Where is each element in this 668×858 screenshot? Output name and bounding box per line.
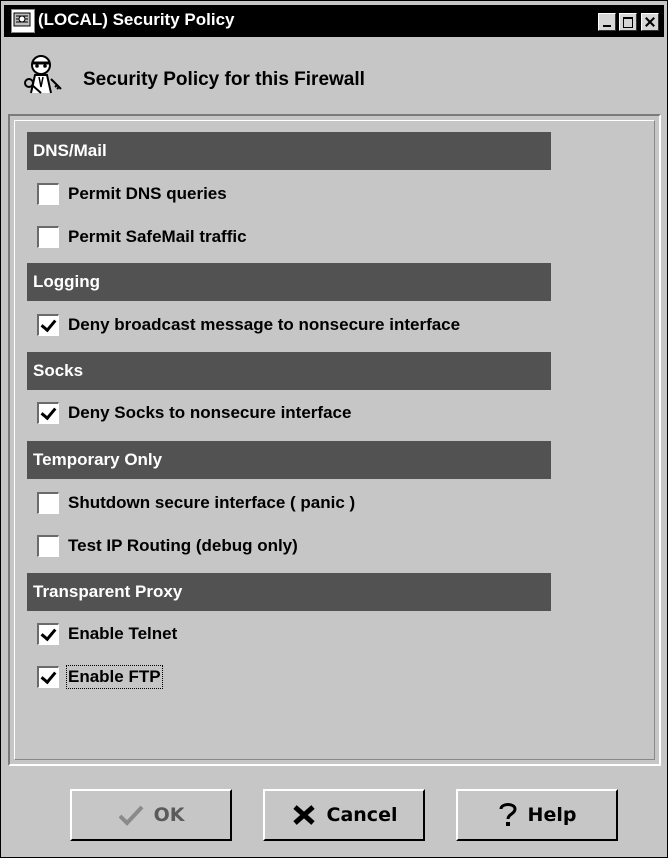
section-header-socks: Socks — [27, 352, 551, 390]
option-permit-dns-queries[interactable]: Permit DNS queries — [37, 181, 227, 207]
close-button[interactable] — [641, 13, 659, 31]
help-button[interactable]: Help — [456, 789, 618, 841]
checkbox[interactable] — [37, 183, 59, 205]
maximize-button[interactable] — [619, 13, 637, 31]
option-label: Test IP Routing (debug only) — [68, 536, 298, 555]
app-icon[interactable] — [11, 9, 35, 33]
option-label: Enable FTP — [66, 665, 163, 689]
option-label: Permit DNS queries — [68, 184, 227, 203]
help-label: Help — [527, 804, 577, 826]
checkbox[interactable] — [37, 402, 59, 424]
cancel-button[interactable]: Cancel — [263, 789, 425, 841]
ok-label: OK — [153, 804, 185, 826]
dialog-header: Security Policy for this Firewall — [1, 41, 667, 111]
checkmark-icon — [118, 805, 144, 826]
checkbox[interactable] — [37, 314, 59, 336]
agent-key-icon — [24, 55, 62, 94]
section-header-logging: Logging — [27, 263, 551, 301]
section-header-temporary-only: Temporary Only — [27, 441, 551, 479]
x-icon — [292, 805, 315, 825]
window-title: (LOCAL) Security Policy — [38, 10, 235, 29]
checkbox[interactable] — [37, 666, 59, 688]
title-bar[interactable]: (LOCAL) Security Policy — [4, 5, 664, 37]
dialog-heading: Security Policy for this Firewall — [83, 69, 365, 90]
question-icon — [499, 803, 517, 826]
option-deny-socks[interactable]: Deny Socks to nonsecure interface — [37, 400, 351, 426]
section-header-dns-mail: DNS/Mail — [27, 132, 551, 170]
option-enable-telnet[interactable]: Enable Telnet — [37, 621, 177, 647]
checkbox[interactable] — [37, 535, 59, 557]
ok-button[interactable]: OK — [70, 789, 232, 841]
option-deny-broadcast-message[interactable]: Deny broadcast message to nonsecure inte… — [37, 312, 460, 338]
option-label: Enable Telnet — [68, 624, 178, 643]
option-label: Shutdown secure interface ( panic ) — [68, 493, 356, 512]
option-label: Permit SafeMail traffic — [68, 227, 247, 246]
security-policy-window: (LOCAL) Security Policy Security Policy … — [0, 0, 668, 858]
checkbox[interactable] — [37, 226, 59, 248]
minimize-button[interactable] — [598, 13, 616, 31]
checkbox[interactable] — [37, 492, 59, 514]
option-label: Deny Socks to nonsecure interface — [68, 403, 352, 422]
option-shutdown-secure-interface[interactable]: Shutdown secure interface ( panic ) — [37, 490, 355, 516]
option-permit-safemail-traffic[interactable]: Permit SafeMail traffic — [37, 224, 247, 250]
cancel-label: Cancel — [326, 804, 398, 826]
option-test-ip-routing[interactable]: Test IP Routing (debug only) — [37, 533, 298, 559]
checkbox[interactable] — [37, 623, 59, 645]
option-label: Deny broadcast message to nonsecure inte… — [68, 315, 461, 334]
section-header-transparent-proxy: Transparent Proxy — [27, 573, 551, 611]
option-enable-ftp[interactable]: Enable FTP — [37, 664, 163, 690]
